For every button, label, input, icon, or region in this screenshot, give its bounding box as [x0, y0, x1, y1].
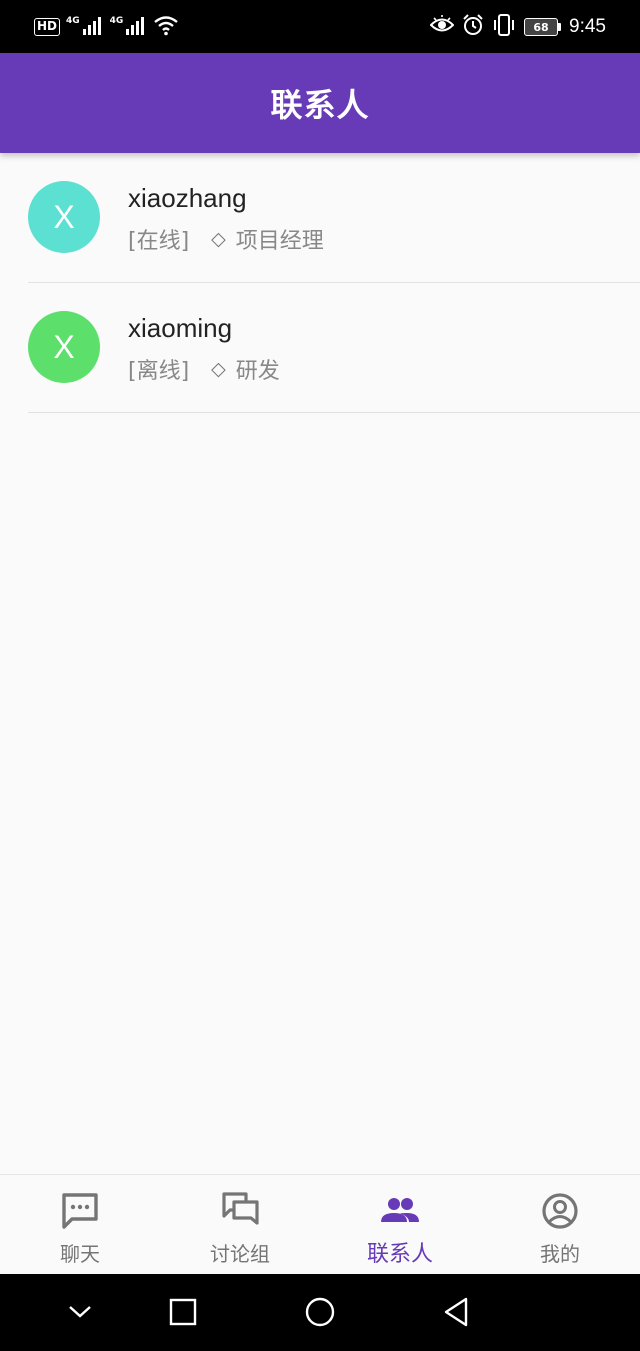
- app-bar: 联系人: [0, 53, 640, 153]
- tab-label: 我的: [540, 1242, 580, 1266]
- tab-label: 讨论组: [210, 1242, 270, 1266]
- contact-role: 研发: [235, 359, 280, 384]
- battery-icon: 68: [524, 18, 562, 36]
- vibrate-icon: [492, 14, 516, 40]
- contact-name: xiaoming: [128, 313, 233, 343]
- tab-label: 联系人: [366, 1242, 433, 1267]
- forum-icon: [220, 1191, 260, 1231]
- status-time: 9:45: [569, 16, 606, 37]
- hd-icon: HD: [34, 18, 61, 36]
- tab-forum[interactable]: 讨论组: [160, 1175, 320, 1274]
- divider: [28, 412, 640, 413]
- account-circle-icon: [540, 1191, 580, 1231]
- avatar: X: [28, 181, 100, 253]
- chat-icon: [60, 1191, 100, 1231]
- alarm-icon: [462, 14, 484, 40]
- avatar: X: [28, 311, 100, 383]
- tab-chat[interactable]: 聊天: [0, 1175, 160, 1274]
- network-type-label: 4G: [109, 16, 124, 26]
- wifi-icon: [153, 14, 179, 40]
- status-badge: [离线]: [128, 359, 190, 384]
- eye-icon: [429, 15, 455, 39]
- tab-label: 聊天: [60, 1242, 100, 1266]
- square-icon[interactable]: [163, 1292, 203, 1332]
- network-type-label: 4G: [66, 16, 80, 26]
- chevron-down-icon[interactable]: [60, 1292, 100, 1332]
- tab-me[interactable]: 我的: [480, 1175, 640, 1274]
- contact-subtitle: [离线] ◇ 研发: [128, 353, 280, 385]
- system-nav-bar: [0, 1274, 640, 1351]
- diamond-icon: ◇: [211, 358, 226, 380]
- status-left: HD 4G 4G: [34, 14, 179, 40]
- diamond-icon: ◇: [211, 228, 226, 250]
- tab-contacts[interactable]: 联系人: [320, 1175, 480, 1274]
- status-badge: [在线]: [128, 229, 190, 254]
- screen: HD 4G 4G 68 9:45 联系人 X xiaozhang [在线] ◇ …: [0, 0, 640, 1351]
- battery-level: 68: [524, 18, 559, 36]
- contact-name: xiaozhang: [128, 183, 247, 213]
- battery-tip: [558, 23, 562, 31]
- contact-list: X xiaozhang [在线] ◇ 项目经理 X xiaoming [离线] …: [0, 153, 640, 413]
- contact-row-xiaoming[interactable]: X xiaoming [离线] ◇ 研发: [0, 283, 640, 413]
- contact-subtitle: [在线] ◇ 项目经理: [128, 223, 324, 255]
- back-triangle-icon[interactable]: [436, 1292, 476, 1332]
- status-right: 68 9:45: [429, 14, 606, 40]
- contact-role: 项目经理: [235, 229, 324, 254]
- bottom-nav: 聊天 讨论组 联系人 我的: [0, 1174, 640, 1274]
- signal-icon: [82, 15, 104, 39]
- people-icon: [380, 1191, 420, 1231]
- signal-icon: [125, 15, 147, 39]
- status-bar: HD 4G 4G 68 9:45: [0, 0, 640, 53]
- page-title: 联系人: [270, 86, 370, 124]
- circle-icon[interactable]: [300, 1292, 340, 1332]
- contact-row-xiaozhang[interactable]: X xiaozhang [在线] ◇ 项目经理: [0, 153, 640, 283]
